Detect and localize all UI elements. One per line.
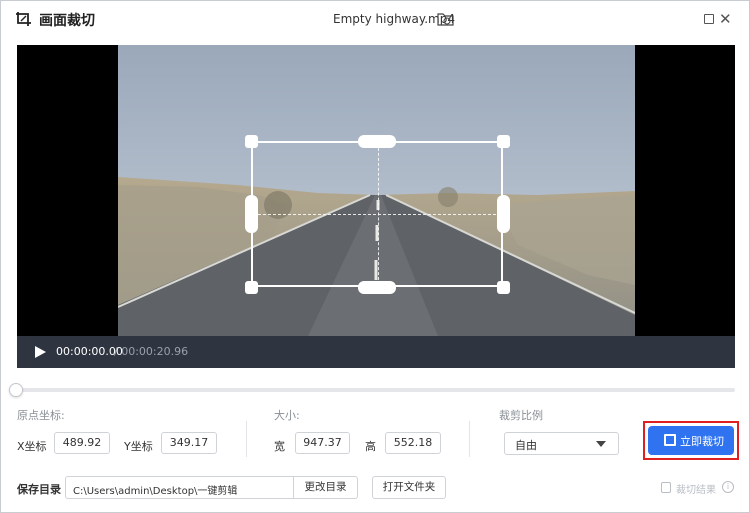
x-coordinate-input[interactable]: 489.92 xyxy=(54,432,110,454)
play-icon[interactable] xyxy=(35,346,46,358)
crop-now-button[interactable]: 立即裁切 xyxy=(648,426,734,455)
close-icon[interactable]: ✕ xyxy=(719,10,732,28)
crop-guide-horizontal xyxy=(253,214,501,215)
height-label: 高 xyxy=(365,440,376,453)
crop-handle-bottom-right[interactable] xyxy=(497,281,510,294)
timeline-track[interactable] xyxy=(17,388,735,392)
crop-handle-bottom-left[interactable] xyxy=(245,281,258,294)
total-time: / 00:00:20.96 xyxy=(114,345,189,358)
divider xyxy=(246,421,247,457)
save-path-field[interactable]: C:\Users\admin\Desktop\一键剪辑 xyxy=(65,476,294,499)
crop-handle-right[interactable] xyxy=(497,195,510,233)
crop-now-label: 立即裁切 xyxy=(680,435,724,448)
crop-handle-top[interactable] xyxy=(358,135,396,148)
width-input[interactable]: 947.37 xyxy=(295,432,350,454)
divider xyxy=(469,421,470,457)
video-preview xyxy=(17,45,735,336)
folder-refresh-icon[interactable] xyxy=(437,11,455,27)
maximize-icon[interactable] xyxy=(704,14,714,24)
crop-handle-left[interactable] xyxy=(245,195,258,233)
crop-icon xyxy=(664,434,676,446)
info-icon[interactable]: i xyxy=(722,481,734,493)
height-input[interactable]: 552.18 xyxy=(385,432,441,454)
width-label: 宽 xyxy=(274,440,285,453)
x-label: X坐标 xyxy=(17,440,47,453)
crop-window: 画面裁切 Empty highway.mp4 ✕ 00:00:00.00 / 0… xyxy=(0,0,750,513)
current-time: 00:00:00.00 xyxy=(56,345,123,358)
title-bar: 画面裁切 Empty highway.mp4 ✕ xyxy=(1,1,749,37)
crop-ratio-select[interactable]: 自由 xyxy=(504,432,619,455)
app-title: 画面裁切 xyxy=(39,13,95,29)
origin-section-label: 原点坐标: xyxy=(17,409,65,422)
open-folder-button[interactable]: 打开文件夹 xyxy=(372,476,446,499)
chevron-down-icon xyxy=(596,441,606,447)
crop-rectangle[interactable] xyxy=(251,141,503,287)
y-coordinate-input[interactable]: 349.17 xyxy=(161,432,217,454)
crop-handle-top-left[interactable] xyxy=(245,135,258,148)
playback-bar: 00:00:00.00 / 00:00:20.96 xyxy=(17,336,735,368)
crop-result-label: 裁切结果 xyxy=(676,485,716,496)
size-section-label: 大小: xyxy=(274,409,300,422)
crop-app-icon xyxy=(16,12,31,26)
crop-ratio-value: 自由 xyxy=(515,439,537,452)
save-path-text: C:\Users\admin\Desktop\一键剪辑 xyxy=(73,486,238,497)
y-label: Y坐标 xyxy=(124,440,153,453)
crop-handle-bottom[interactable] xyxy=(358,281,396,294)
crop-handle-top-right[interactable] xyxy=(497,135,510,148)
timeline-thumb[interactable] xyxy=(9,383,23,397)
save-dir-label: 保存目录 xyxy=(17,483,61,496)
ratio-section-label: 裁剪比例 xyxy=(499,409,543,422)
checkbox-icon[interactable] xyxy=(661,482,671,493)
change-dir-button[interactable]: 更改目录 xyxy=(293,476,358,499)
